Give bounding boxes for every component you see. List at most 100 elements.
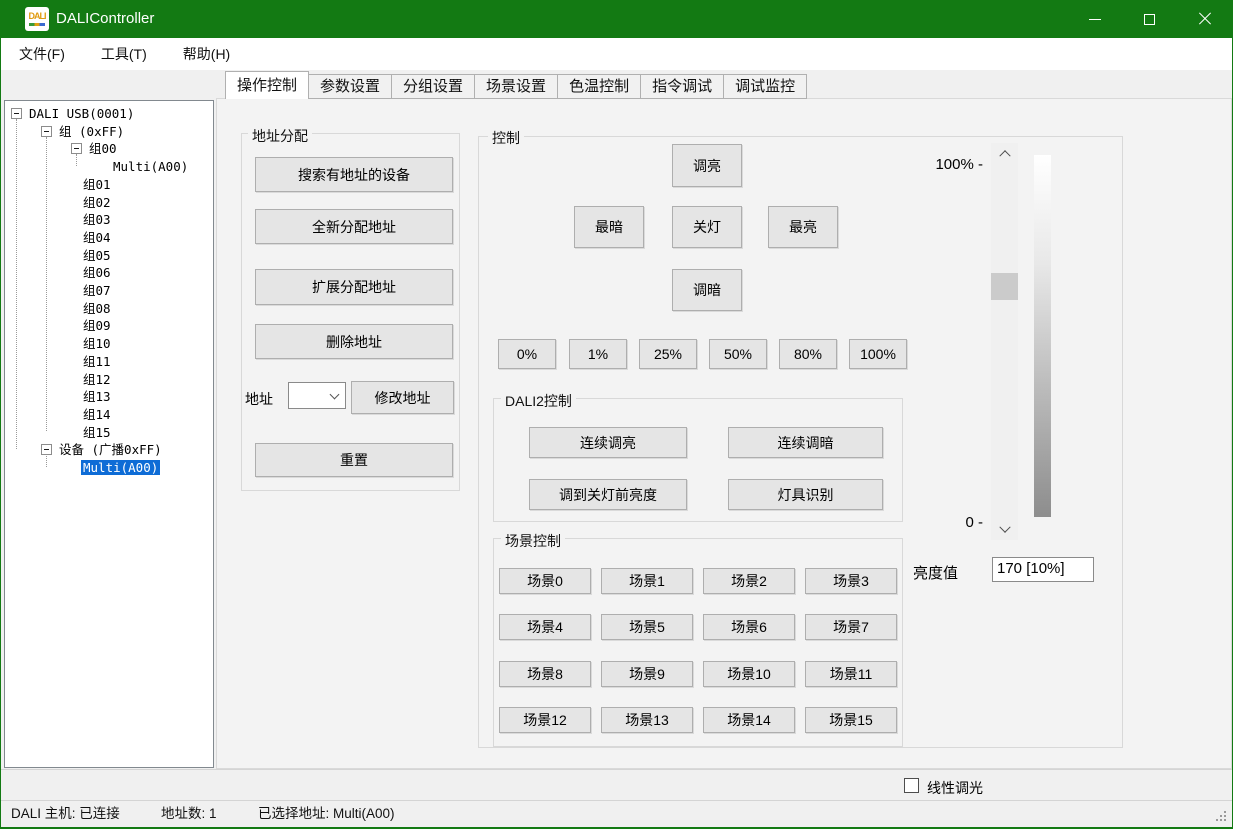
scene-4-button[interactable]: 场景4	[499, 614, 591, 640]
tree-collapse-icon[interactable]	[71, 143, 82, 154]
scene-13-button[interactable]: 场景13	[601, 707, 693, 733]
tree-item-label[interactable]: 组04	[81, 230, 113, 245]
assign-new-addresses-button[interactable]: 全新分配地址	[255, 209, 453, 244]
tree-item[interactable]: 组04	[5, 229, 213, 247]
tree-item-label[interactable]: 组02	[81, 195, 113, 210]
tab-command-debug[interactable]: 指令调试	[640, 74, 724, 99]
tab-operation-control[interactable]: 操作控制	[225, 71, 309, 99]
scene-11-button[interactable]: 场景11	[805, 661, 897, 687]
tree-item-label[interactable]: 组07	[81, 283, 113, 298]
extend-assign-addresses-button[interactable]: 扩展分配地址	[255, 269, 453, 305]
tree-item[interactable]: 组05	[5, 247, 213, 265]
tree-item-label[interactable]: 组14	[81, 407, 113, 422]
tree-item-label[interactable]: 组12	[81, 372, 113, 387]
tree-item-label[interactable]: DALI USB(0001)	[27, 106, 136, 121]
tree-item[interactable]: Multi(A00)	[5, 158, 213, 176]
tree-collapse-icon[interactable]	[41, 126, 52, 137]
dimmest-button[interactable]: 最暗	[574, 206, 644, 248]
scene-1-button[interactable]: 场景1	[601, 568, 693, 594]
tree-item[interactable]: 组14	[5, 406, 213, 424]
tree-item-label[interactable]: 组03	[81, 212, 113, 227]
tree-item[interactable]: 组 (0xFF)	[5, 123, 213, 141]
modify-address-button[interactable]: 修改地址	[351, 381, 454, 414]
dim-button[interactable]: 调暗	[672, 269, 742, 311]
scene-0-button[interactable]: 场景0	[499, 568, 591, 594]
tab-debug-monitor[interactable]: 调试监控	[723, 74, 807, 99]
tree-item-label[interactable]: 组09	[81, 318, 113, 333]
tree-item-label[interactable]: 组10	[81, 336, 113, 351]
address-combobox[interactable]	[288, 382, 346, 409]
linear-dimming-checkbox[interactable]	[904, 778, 919, 793]
scene-3-button[interactable]: 场景3	[805, 568, 897, 594]
scene-7-button[interactable]: 场景7	[805, 614, 897, 640]
brightness-value-box[interactable]: 170 [10%]	[992, 557, 1094, 582]
percent-80-button[interactable]: 80%	[779, 339, 837, 369]
scene-12-button[interactable]: 场景12	[499, 707, 591, 733]
tree-item[interactable]: 组15	[5, 424, 213, 442]
resize-grip[interactable]	[1216, 811, 1228, 823]
tree-item-label[interactable]: 组08	[81, 301, 113, 316]
continuous-dim-button[interactable]: 连续调暗	[728, 427, 883, 458]
brightness-scrollbar[interactable]	[991, 143, 1018, 540]
tree-item[interactable]: Multi(A00)	[5, 459, 213, 477]
luminaire-identify-button[interactable]: 灯具识别	[728, 479, 883, 510]
tree-item[interactable]: 组08	[5, 300, 213, 318]
tree-collapse-icon[interactable]	[41, 444, 52, 455]
scroll-down-button[interactable]	[991, 520, 1018, 540]
maximize-button[interactable]	[1122, 0, 1177, 38]
scene-9-button[interactable]: 场景9	[601, 661, 693, 687]
continuous-brighten-button[interactable]: 连续调亮	[529, 427, 687, 458]
scrollbar-thumb[interactable]	[991, 273, 1018, 300]
tab-parameter-settings[interactable]: 参数设置	[308, 74, 392, 99]
percent-50-button[interactable]: 50%	[709, 339, 767, 369]
tab-group-settings[interactable]: 分组设置	[391, 74, 475, 99]
scene-10-button[interactable]: 场景10	[703, 661, 795, 687]
menu-help[interactable]: 帮助(H)	[183, 44, 244, 64]
tree-item-label[interactable]: Multi(A00)	[111, 159, 190, 174]
percent-0-button[interactable]: 0%	[498, 339, 556, 369]
minimize-button[interactable]	[1067, 0, 1122, 38]
tree-item-label[interactable]: 组01	[81, 177, 113, 192]
scene-15-button[interactable]: 场景15	[805, 707, 897, 733]
tree-item[interactable]: 组00	[5, 140, 213, 158]
scene-8-button[interactable]: 场景8	[499, 661, 591, 687]
tree-item[interactable]: 组06	[5, 264, 213, 282]
tree-item[interactable]: 组13	[5, 388, 213, 406]
scene-2-button[interactable]: 场景2	[703, 568, 795, 594]
search-addressed-devices-button[interactable]: 搜索有地址的设备	[255, 157, 453, 192]
tree-item-label[interactable]: 组11	[81, 354, 113, 369]
delete-address-button[interactable]: 删除地址	[255, 324, 453, 359]
tree-item[interactable]: DALI USB(0001)	[5, 105, 213, 123]
brightest-button[interactable]: 最亮	[768, 206, 838, 248]
tree-collapse-icon[interactable]	[11, 108, 22, 119]
tab-scene-settings[interactable]: 场景设置	[474, 74, 558, 99]
scroll-up-button[interactable]	[991, 143, 1018, 163]
close-button[interactable]	[1177, 0, 1232, 38]
tree-item[interactable]: 组01	[5, 176, 213, 194]
tree-item[interactable]: 组10	[5, 335, 213, 353]
restore-pre-off-brightness-button[interactable]: 调到关灯前亮度	[529, 479, 687, 510]
light-off-button[interactable]: 关灯	[672, 206, 742, 248]
tree-item[interactable]: 组02	[5, 194, 213, 212]
menu-tools[interactable]: 工具(T)	[101, 44, 161, 64]
tree-item[interactable]: 组09	[5, 317, 213, 335]
tree-item[interactable]: 设备 (广播0xFF)	[5, 441, 213, 459]
tree-item[interactable]: 组03	[5, 211, 213, 229]
tree-item[interactable]: 组12	[5, 371, 213, 389]
tree-item-label[interactable]: 组13	[81, 389, 113, 404]
tree-item-label[interactable]: Multi(A00)	[81, 460, 160, 475]
tree-item-label[interactable]: 组 (0xFF)	[57, 124, 126, 139]
tree-item-label[interactable]: 设备 (广播0xFF)	[57, 442, 164, 457]
scene-6-button[interactable]: 场景6	[703, 614, 795, 640]
tree-item-label[interactable]: 组06	[81, 265, 113, 280]
reset-button[interactable]: 重置	[255, 443, 453, 477]
percent-100-button[interactable]: 100%	[849, 339, 907, 369]
tree-item-label[interactable]: 组05	[81, 248, 113, 263]
percent-1-button[interactable]: 1%	[569, 339, 627, 369]
menu-file[interactable]: 文件(F)	[19, 44, 79, 64]
tree-item-label[interactable]: 组00	[87, 141, 119, 156]
tab-color-temp-control[interactable]: 色温控制	[557, 74, 641, 99]
percent-25-button[interactable]: 25%	[639, 339, 697, 369]
scene-5-button[interactable]: 场景5	[601, 614, 693, 640]
scene-14-button[interactable]: 场景14	[703, 707, 795, 733]
